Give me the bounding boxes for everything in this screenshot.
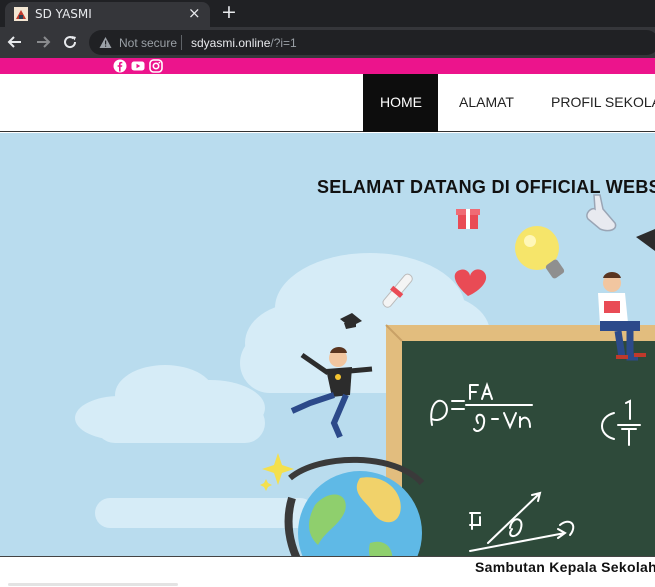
reload-button[interactable] — [60, 32, 80, 52]
tab-title: SD YASMI — [35, 7, 92, 21]
browser-tab-bar: SD YASMI × + — [0, 0, 655, 27]
new-tab-button[interactable]: + — [221, 1, 237, 23]
content-section: Sambutan Kepala Sekolah — [0, 556, 655, 587]
tab-close-button[interactable]: × — [188, 4, 201, 22]
browser-toolbar: Not secure sdyasmi.online/?i=1 — [0, 27, 655, 58]
facebook-icon[interactable] — [113, 59, 127, 73]
forward-button[interactable] — [33, 32, 53, 52]
nav-item-profil-sekolah[interactable]: PROFIL SEKOLAH — [534, 74, 655, 132]
hero-banner: SELAMAT DATANG DI OFFICIAL WEBSITE — [0, 133, 655, 556]
arrow-right-icon — [37, 36, 51, 48]
gift-icon — [456, 209, 480, 229]
url-text[interactable]: sdyasmi.online/?i=1 — [191, 36, 297, 50]
school-logo-icon — [14, 7, 28, 21]
reload-icon — [64, 36, 77, 49]
warning-icon — [99, 37, 112, 48]
flask-icon — [586, 194, 617, 232]
instagram-icon[interactable] — [149, 59, 163, 73]
security-status[interactable]: Not secure — [119, 36, 177, 50]
section-heading: Sambutan Kepala Sekolah — [475, 559, 655, 575]
social-bar — [0, 58, 655, 74]
horizontal-scrollbar[interactable] — [8, 583, 178, 586]
nav-item-home[interactable]: HOME — [363, 74, 438, 132]
main-navigation: HOME ALAMAT PROFIL SEKOLAH — [0, 74, 655, 132]
browser-tab[interactable]: SD YASMI × — [5, 2, 210, 27]
address-bar[interactable]: Not secure sdyasmi.online/?i=1 — [89, 30, 655, 55]
back-button[interactable] — [5, 32, 25, 52]
url-domain: sdyasmi.online — [191, 36, 271, 50]
lightbulb-icon — [515, 226, 565, 279]
arrow-left-icon — [7, 36, 21, 48]
youtube-icon[interactable] — [131, 59, 145, 73]
address-separator — [181, 35, 182, 50]
sparkle-icon — [262, 453, 294, 485]
small-sparkle-icon — [260, 479, 272, 491]
nav-item-alamat[interactable]: ALAMAT — [442, 74, 531, 132]
url-path: /?i=1 — [270, 36, 297, 50]
hero-title: SELAMAT DATANG DI OFFICIAL WEBSITE — [317, 177, 655, 197]
